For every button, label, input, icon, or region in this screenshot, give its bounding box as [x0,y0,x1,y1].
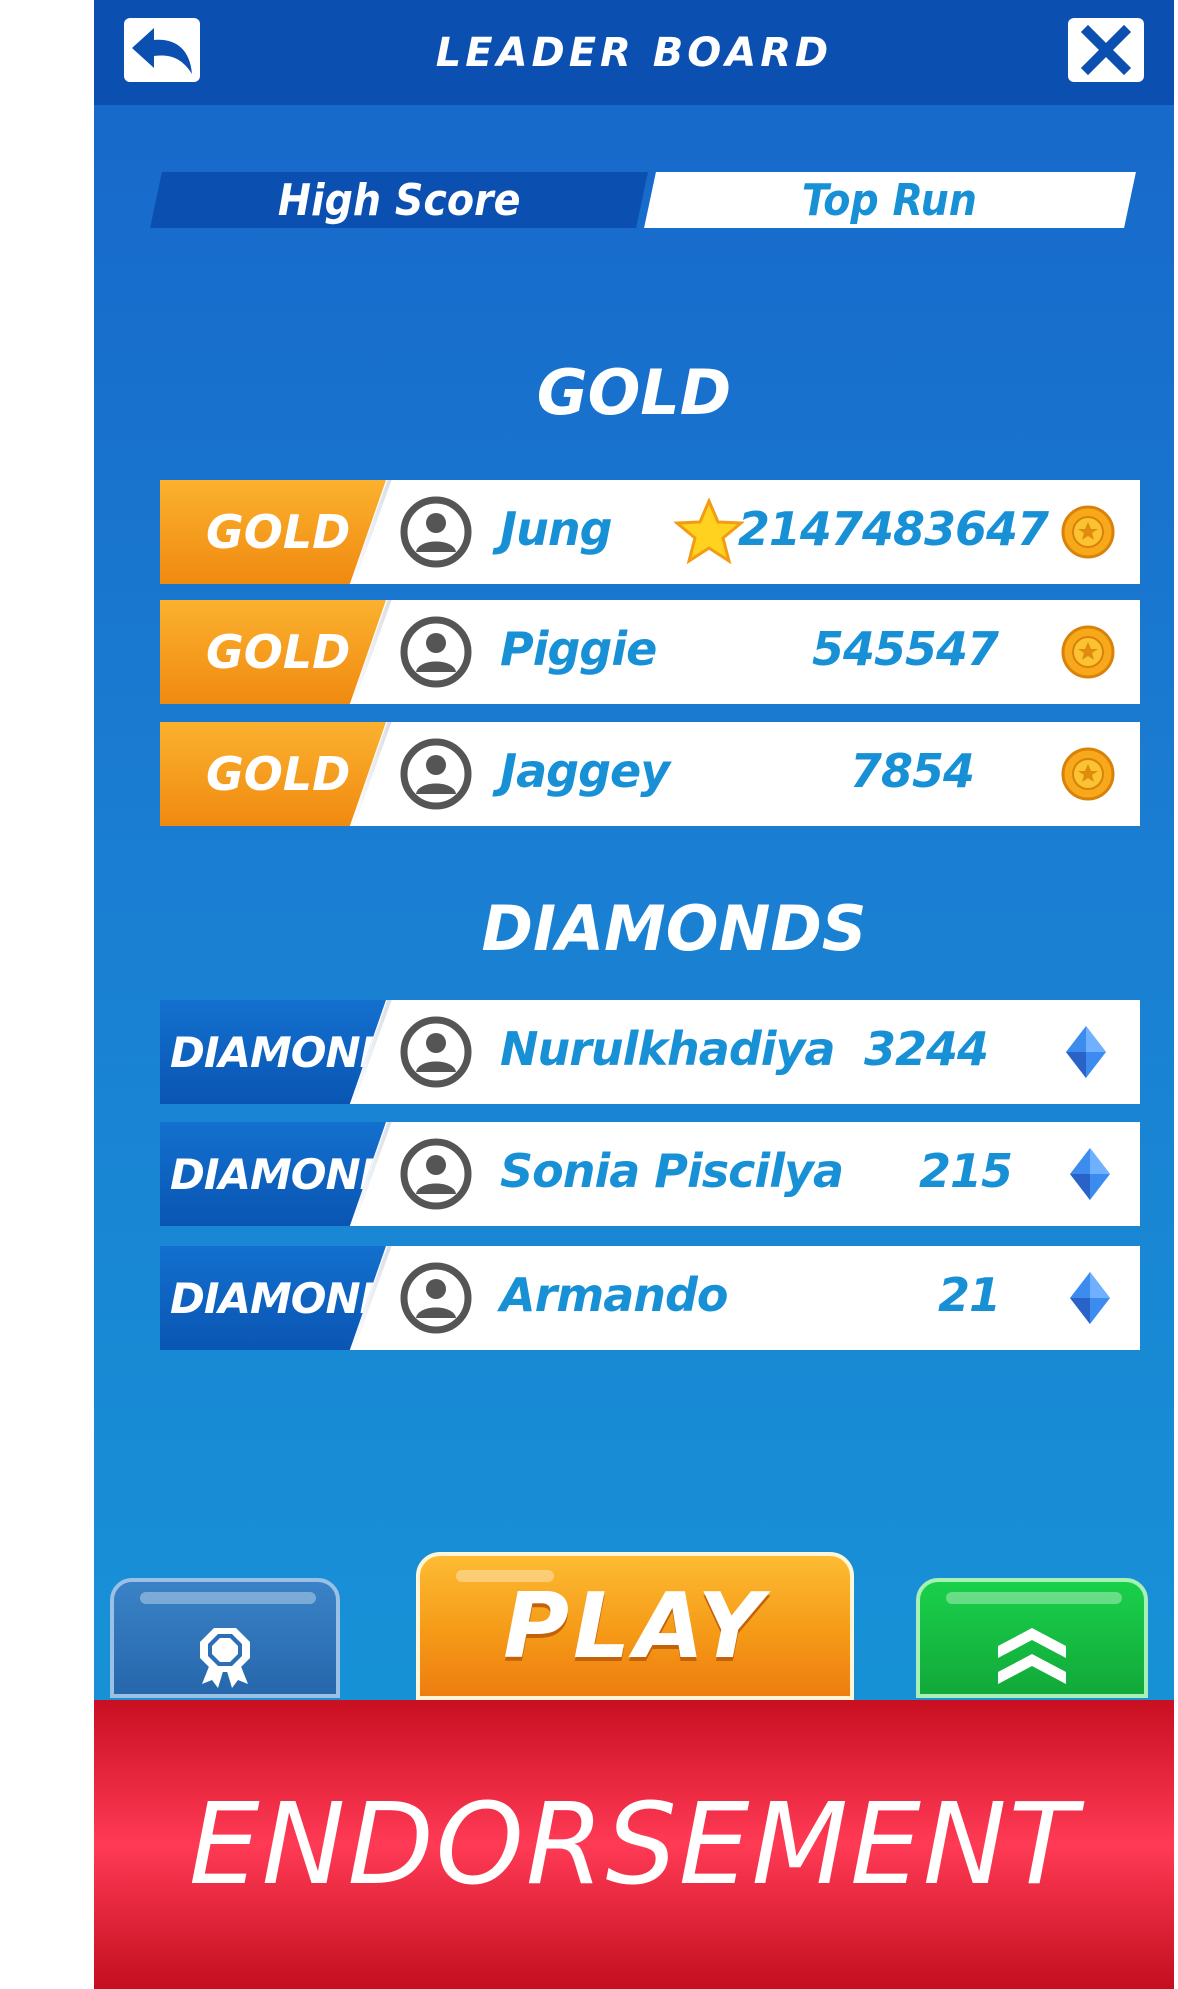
double-chevron-up-icon [998,1628,1066,1684]
player-name: Sonia Piscilya [500,1144,844,1198]
close-button[interactable] [1068,18,1144,82]
tab-top-run[interactable]: Top Run [644,172,1136,228]
coin-icon [1061,505,1115,559]
avatar-icon [400,738,472,810]
avatar-icon [400,496,472,568]
avatar-icon [400,1016,472,1088]
rank-badge: GOLD [160,480,386,584]
avatar-icon [400,616,472,688]
rank-badge: DIAMOND [160,1246,386,1350]
player-name: Jung [500,502,613,556]
tab-high-score[interactable]: High Score [150,172,648,228]
achievements-button[interactable] [110,1578,340,1698]
player-name: Armando [500,1268,729,1322]
leaderboard-row[interactable]: GOLD Jaggey 7854 [160,722,1140,826]
player-score: 545547 [811,622,999,676]
diamond-icon [1070,1272,1110,1324]
player-score: 215 [918,1144,1013,1198]
leaderboard-row[interactable]: DIAMOND Armando 21 [160,1246,1140,1350]
endorsement-text: ENDORSEMENT [188,1779,1080,1910]
leaderboard-screen: LEADER BOARD High Score Top Run GOLD GOL… [94,0,1174,1989]
leaderboard-row[interactable]: DIAMOND Sonia Piscilya 215 [160,1122,1140,1226]
page-title: LEADER BOARD [435,30,833,76]
player-score: 21 [937,1268,1001,1322]
play-button[interactable]: PLAY [416,1552,854,1700]
leaderboard-row[interactable]: DIAMOND Nurulkhadiya 3244 [160,1000,1140,1104]
section-title-gold: GOLD [536,356,732,429]
endorsement-banner[interactable]: ENDORSEMENT [94,1700,1174,1989]
player-score: 7854 [849,744,975,798]
player-name: Nurulkhadiya [500,1022,836,1076]
coin-icon [1061,747,1115,801]
rank-badge: GOLD [160,722,386,826]
close-icon [1080,24,1132,76]
section-title-diamonds: DIAMONDS [481,892,867,965]
rank-badge: DIAMOND [160,1000,386,1104]
play-label: PLAY [503,1573,767,1679]
award-ribbon-icon [200,1628,250,1688]
avatar-icon [400,1262,472,1334]
rank-badge: DIAMOND [160,1122,386,1226]
player-name: Piggie [500,622,657,676]
coin-icon [1061,625,1115,679]
diamond-icon [1070,1148,1110,1200]
upgrade-button[interactable] [916,1578,1148,1698]
player-score: 3244 [863,1022,989,1076]
player-name: Jaggey [500,744,670,798]
star-icon [674,498,744,564]
tab-top-run-label: Top Run [802,174,978,226]
avatar-icon [400,1138,472,1210]
header-bar: LEADER BOARD [94,0,1174,105]
leaderboard-row[interactable]: GOLD Piggie 545547 [160,600,1140,704]
player-score: 2147483647 [737,502,1049,556]
tab-high-score-label: High Score [277,174,521,226]
rank-badge: GOLD [160,600,386,704]
diamond-icon [1066,1026,1106,1078]
leaderboard-row[interactable]: GOLD Jung 2147483647 [160,480,1140,584]
